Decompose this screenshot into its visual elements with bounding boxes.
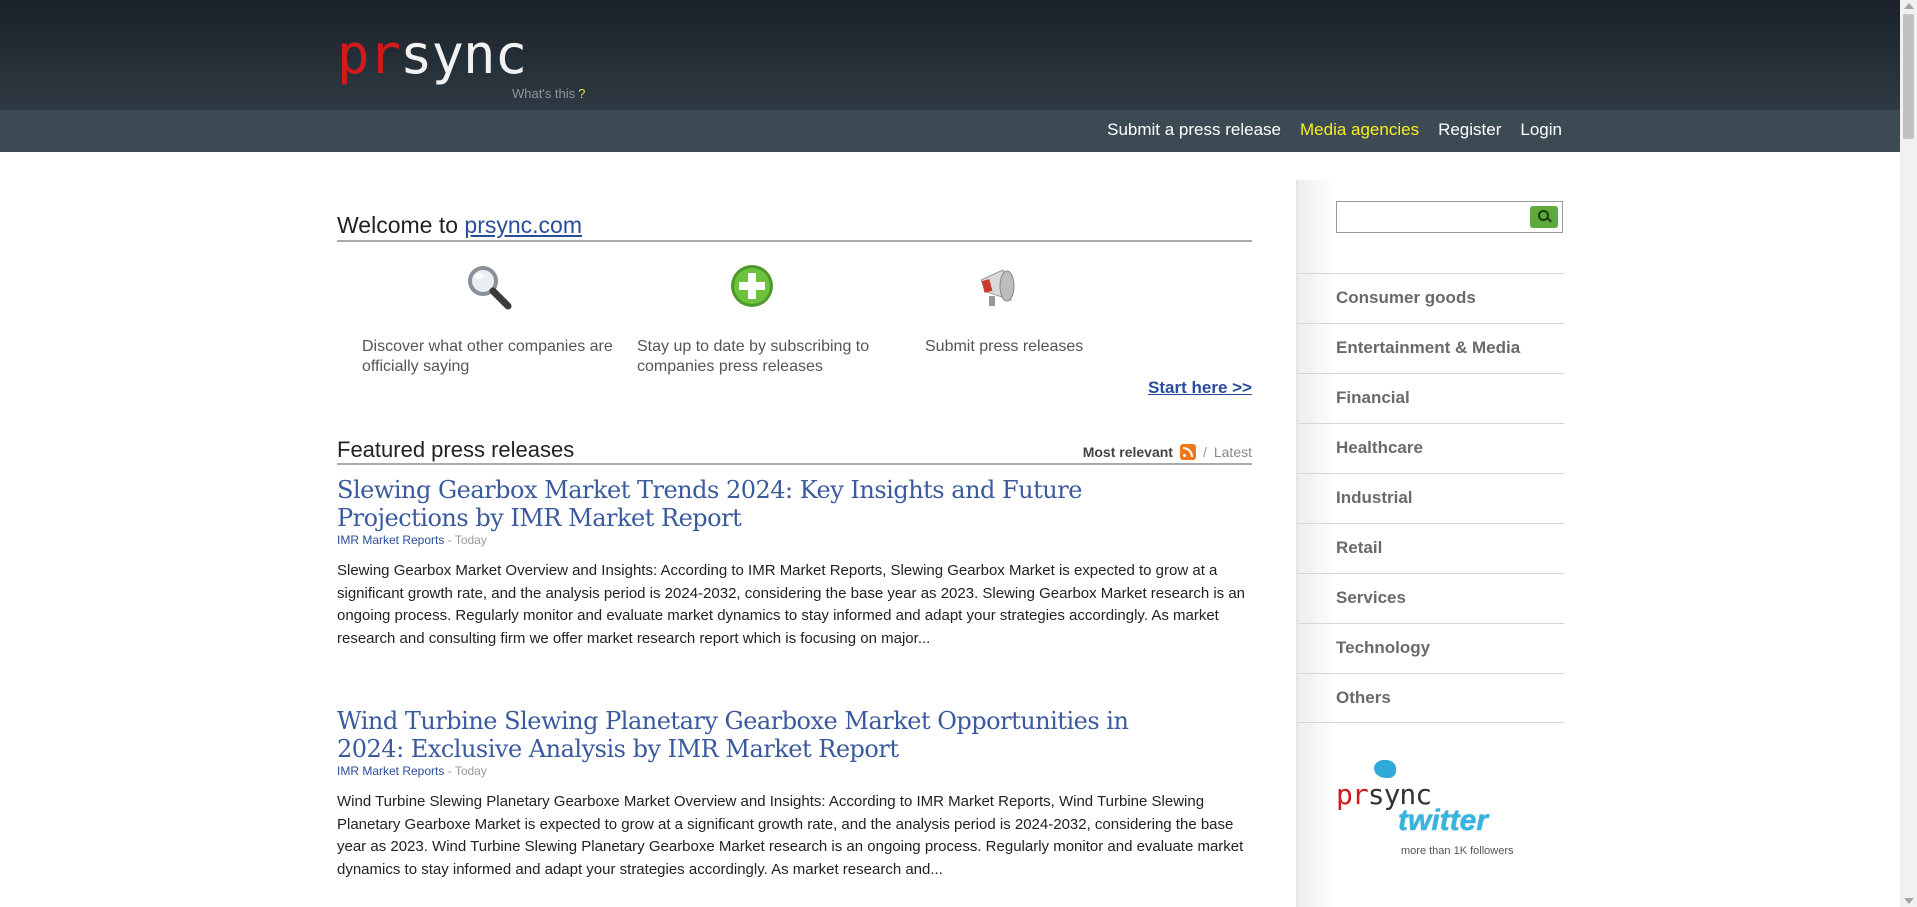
scrollbar-thumb[interactable]	[1903, 14, 1914, 139]
category-healthcare[interactable]: Healthcare	[1298, 423, 1564, 473]
search-box	[1336, 201, 1563, 233]
category-list: Consumer goods Entertainment & Media Fin…	[1298, 273, 1564, 723]
category-services[interactable]: Services	[1298, 573, 1564, 623]
site-header	[0, 0, 1900, 110]
twitter-bird-icon	[1374, 760, 1396, 778]
whats-this-label: What's this	[512, 86, 576, 101]
press-release-source[interactable]: IMR Market Reports	[337, 764, 444, 778]
twitter-wordmark: twitter	[1398, 804, 1488, 837]
scroll-up-arrow-icon[interactable]	[1904, 3, 1914, 9]
search-button[interactable]	[1530, 206, 1558, 228]
prsync-logo[interactable]: prsync	[337, 28, 527, 82]
press-release-title[interactable]: Slewing Gearbox Market Trends 2024: Key …	[337, 476, 1177, 532]
press-release-meta: IMR Market Reports - Today	[337, 533, 1252, 547]
sort-latest[interactable]: Latest	[1214, 444, 1252, 460]
twitter-logo-pr: pr	[1336, 778, 1369, 811]
whats-this-link[interactable]: What's this?	[512, 86, 585, 101]
nav-login[interactable]: Login	[1520, 120, 1562, 140]
features-row: Discover what other companies are offici…	[337, 262, 1252, 382]
press-release-date: - Today	[447, 764, 487, 778]
press-release-item: Wind Turbine Slewing Planetary Gearboxe …	[337, 707, 1252, 881]
twitter-followers: more than 1K followers	[1401, 845, 1514, 857]
featured-header: Featured press releases Most relevant / …	[337, 435, 1252, 465]
category-financial[interactable]: Financial	[1298, 373, 1564, 423]
press-release-meta: IMR Market Reports - Today	[337, 764, 1252, 778]
welcome-heading: Welcome to prsync.com	[337, 212, 1252, 242]
press-release-title[interactable]: Wind Turbine Slewing Planetary Gearboxe …	[337, 707, 1177, 763]
feature-subscribe-text: Stay up to date by subscribing to compan…	[637, 338, 870, 375]
nav-submit-press-release[interactable]: Submit a press release	[1107, 120, 1281, 140]
featured-title: Featured press releases	[337, 437, 575, 462]
category-technology[interactable]: Technology	[1298, 623, 1564, 673]
category-retail[interactable]: Retail	[1298, 523, 1564, 573]
rss-icon[interactable]	[1179, 444, 1196, 460]
feature-discover-text: Discover what other companies are offici…	[362, 338, 613, 375]
press-release-source[interactable]: IMR Market Reports	[337, 533, 444, 547]
press-release-summary: Wind Turbine Slewing Planetary Gearboxe …	[337, 793, 1244, 878]
prsync-home-link[interactable]: prsync.com	[464, 212, 582, 238]
plus-icon	[731, 265, 773, 307]
nav-register[interactable]: Register	[1438, 120, 1501, 140]
start-here-link[interactable]: Start here >>	[1148, 378, 1252, 398]
megaphone-icon	[980, 269, 1015, 306]
sort-most-relevant[interactable]: Most relevant	[1083, 444, 1173, 460]
scroll-down-arrow-icon[interactable]	[1904, 898, 1914, 904]
main-content: Welcome to prsync.com Discover what othe…	[337, 152, 1252, 878]
question-mark-icon: ?	[578, 86, 586, 101]
press-release-summary: Slewing Gearbox Market Overview and Insi…	[337, 562, 1246, 647]
category-industrial[interactable]: Industrial	[1298, 473, 1564, 523]
logo-pr: pr	[337, 23, 401, 86]
feature-submit-text: Submit press releases	[925, 338, 1084, 355]
welcome-prefix: Welcome to	[337, 212, 465, 238]
search-input[interactable]	[1339, 204, 1524, 230]
category-consumer-goods[interactable]: Consumer goods	[1298, 273, 1564, 323]
nav-bar	[0, 110, 1900, 152]
sort-separator: /	[1202, 444, 1207, 460]
twitter-promo[interactable]: prsync twitter more than 1K followers	[1336, 760, 1536, 865]
logo-sync: sync	[400, 23, 527, 86]
press-release-date: - Today	[447, 533, 487, 547]
press-release-item: Slewing Gearbox Market Trends 2024: Key …	[337, 476, 1252, 650]
top-nav: Submit a press release Media agencies Re…	[1107, 120, 1562, 140]
scrollbar[interactable]	[1900, 0, 1917, 907]
category-entertainment-media[interactable]: Entertainment & Media	[1298, 323, 1564, 373]
magnifier-icon	[468, 266, 512, 310]
nav-media-agencies[interactable]: Media agencies	[1300, 120, 1419, 140]
sort-options: Most relevant / Latest	[1083, 444, 1252, 460]
category-others[interactable]: Others	[1298, 673, 1564, 723]
